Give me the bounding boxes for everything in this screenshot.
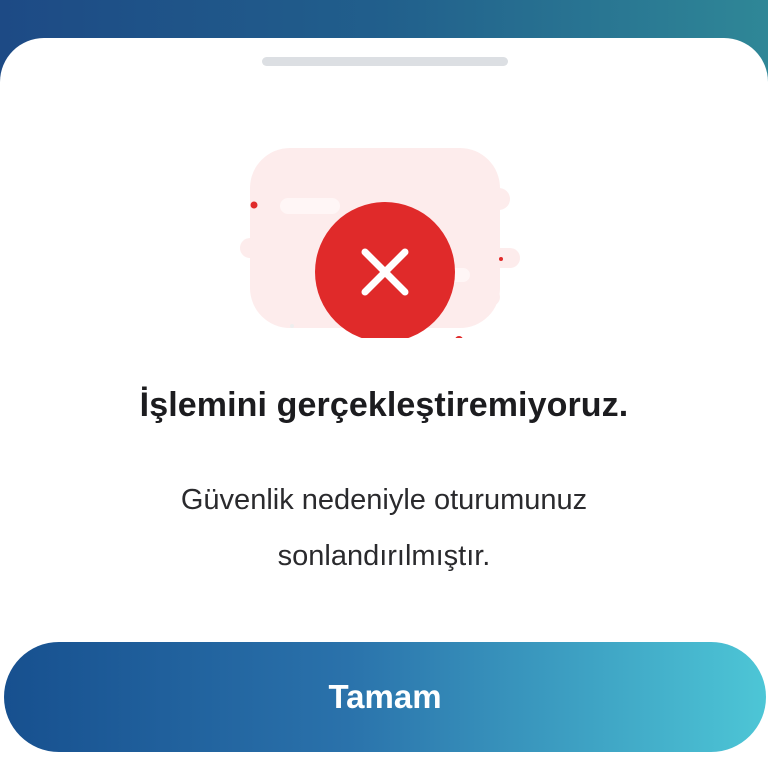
sheet-drag-handle[interactable] xyxy=(262,57,508,66)
error-illustration xyxy=(240,148,520,338)
error-x-icon xyxy=(315,202,455,338)
ok-button[interactable]: Tamam xyxy=(4,642,766,752)
dialog-message-line: Güvenlik nedeniyle oturumunuz xyxy=(180,484,588,516)
dialog-message-line: sonlandırılmıştır. xyxy=(277,540,491,572)
dialog-message: Güvenlik nedeniyle oturumunuz sonlandırı… xyxy=(0,472,768,584)
sparkle-dot xyxy=(455,336,463,338)
sparkle-dot xyxy=(290,324,294,328)
dialog-title: İşlemini gerçekleştiremiyoruz. xyxy=(139,386,629,424)
sparkle-dot xyxy=(250,201,258,209)
sparkle-dot xyxy=(499,257,503,261)
bottom-sheet: İşlemini gerçekleştiremiyoruz. Güvenlik … xyxy=(0,38,768,768)
